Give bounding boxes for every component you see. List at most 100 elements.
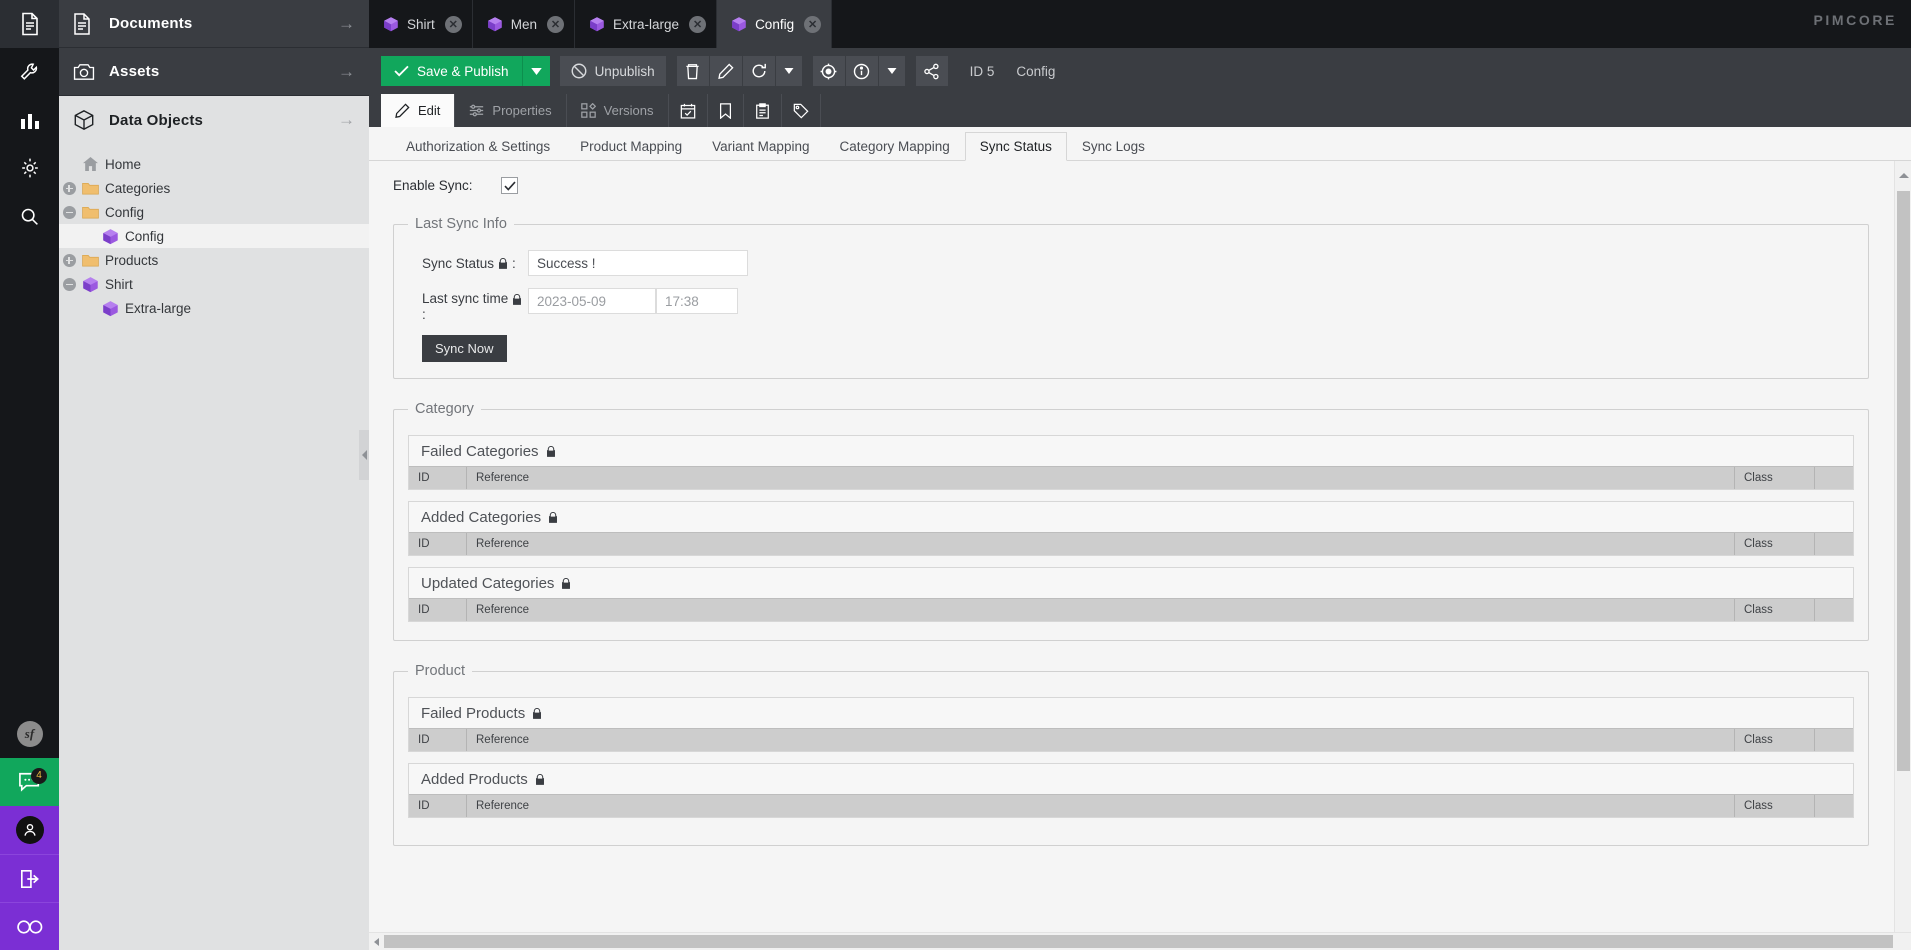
data-objects-arrow-icon[interactable]: → (338, 110, 355, 130)
tab-product-mapping[interactable]: Product Mapping (565, 132, 697, 161)
tree-item-shirt[interactable]: Shirt (59, 272, 369, 296)
reload-dropdown-icon[interactable] (775, 56, 802, 86)
unpublish-button[interactable]: Unpublish (559, 56, 666, 86)
close-icon[interactable]: ✕ (547, 15, 565, 33)
column-header-extra[interactable] (1815, 533, 1853, 555)
column-header-reference[interactable]: Reference (467, 599, 1735, 621)
column-header-class[interactable]: Class (1735, 795, 1815, 817)
tab-bookmark[interactable] (708, 94, 744, 127)
info-icon[interactable] (845, 56, 878, 86)
column-header-extra[interactable] (1815, 729, 1853, 751)
logout-icon[interactable] (0, 854, 59, 902)
tree-item-extra-large[interactable]: Extra-large (59, 296, 369, 320)
tree-expand-toggle[interactable] (59, 181, 79, 195)
scroll-up-arrow[interactable] (1897, 167, 1910, 183)
documents-section-header[interactable]: Documents → (59, 0, 369, 48)
tab-clipboard[interactable] (744, 94, 782, 127)
chat-icon[interactable]: 4 (0, 758, 59, 806)
column-header-id[interactable]: ID (409, 795, 467, 817)
tree-collapse-toggle[interactable] (59, 277, 79, 291)
column-header-class[interactable]: Class (1735, 467, 1815, 489)
vertical-scrollbar[interactable] (1894, 161, 1911, 932)
symfony-icon[interactable]: sf (0, 710, 59, 758)
tree-item-categories[interactable]: Categories (59, 176, 369, 200)
share-icon[interactable] (915, 56, 948, 86)
sync-status-value[interactable]: Success ! (528, 250, 748, 276)
search-rail-icon[interactable] (0, 192, 59, 240)
column-header-reference[interactable]: Reference (467, 795, 1735, 817)
column-header-extra[interactable] (1815, 467, 1853, 489)
tab-authorization-settings[interactable]: Authorization & Settings (391, 132, 565, 161)
data-objects-section-header[interactable]: Data Objects → (59, 96, 369, 144)
tree-item-config-folder[interactable]: Config (59, 200, 369, 224)
doc-tab-men[interactable]: Men ✕ (472, 0, 576, 48)
column-header-class[interactable]: Class (1735, 533, 1815, 555)
tab-edit[interactable]: Edit (381, 94, 456, 127)
documents-section-label: Documents (109, 15, 193, 32)
documents-rail-icon[interactable] (0, 0, 59, 48)
tab-versions-label: Versions (603, 103, 654, 118)
last-sync-time-value[interactable]: 17:38 (656, 288, 738, 314)
bar-chart-icon[interactable] (0, 96, 59, 144)
save-dropdown-button[interactable] (521, 56, 550, 86)
vertical-scroll-thumb[interactable] (1897, 191, 1910, 771)
tab-sync-logs[interactable]: Sync Logs (1067, 132, 1160, 161)
reload-icon[interactable] (742, 56, 775, 86)
bookmark-icon (719, 102, 732, 119)
column-header-class[interactable]: Class (1735, 729, 1815, 751)
documents-arrow-icon[interactable]: → (338, 14, 355, 34)
edit-icon[interactable] (709, 56, 742, 86)
tab-tags[interactable] (782, 94, 821, 127)
tab-versions[interactable]: Versions (567, 94, 669, 127)
scroll-left-arrow[interactable] (369, 937, 384, 946)
doc-tab-config[interactable]: Config ✕ (717, 0, 833, 48)
infinity-icon[interactable] (0, 902, 59, 950)
tab-variant-mapping[interactable]: Variant Mapping (697, 132, 824, 161)
column-header-id[interactable]: ID (409, 729, 467, 751)
cube-icon (731, 16, 747, 32)
doc-tab-label: Extra-large (613, 16, 680, 32)
tab-category-mapping[interactable]: Category Mapping (824, 132, 964, 161)
tab-schedule[interactable] (669, 94, 708, 127)
enable-sync-checkbox[interactable] (501, 177, 518, 194)
sync-now-button[interactable]: Sync Now (422, 335, 507, 362)
locate-icon[interactable] (812, 56, 845, 86)
doc-tab-label: Config (755, 16, 795, 32)
info-dropdown-icon[interactable] (878, 56, 905, 86)
grid-header-row: ID Reference Class (409, 794, 1853, 817)
horizontal-scrollbar[interactable] (369, 932, 1911, 950)
tab-sync-status[interactable]: Sync Status (964, 132, 1067, 161)
sidebar-collapse-handle[interactable] (359, 430, 369, 480)
gear-icon[interactable] (0, 144, 59, 192)
doc-tab-extra-large[interactable]: Extra-large ✕ (575, 0, 718, 48)
horizontal-scroll-thumb[interactable] (384, 935, 1893, 948)
assets-arrow-icon[interactable]: → (338, 62, 355, 82)
user-avatar-icon[interactable] (0, 806, 59, 854)
tree-item-products[interactable]: Products (59, 248, 369, 272)
column-header-reference[interactable]: Reference (467, 729, 1735, 751)
close-icon[interactable]: ✕ (444, 15, 462, 33)
close-icon[interactable]: ✕ (689, 15, 707, 33)
column-header-id[interactable]: ID (409, 599, 467, 621)
column-header-reference[interactable]: Reference (467, 467, 1735, 489)
tree-collapse-toggle[interactable] (59, 205, 79, 219)
wrench-icon[interactable] (0, 48, 59, 96)
close-icon[interactable]: ✕ (804, 15, 822, 33)
cube-icon (487, 16, 503, 32)
delete-icon[interactable] (676, 56, 709, 86)
column-header-class[interactable]: Class (1735, 599, 1815, 621)
column-header-id[interactable]: ID (409, 533, 467, 555)
save-and-publish-button[interactable]: Save & Publish (381, 56, 522, 86)
tab-properties[interactable]: Properties (455, 94, 567, 127)
doc-tab-shirt[interactable]: Shirt ✕ (369, 0, 473, 48)
assets-section-header[interactable]: Assets → (59, 48, 369, 96)
column-header-extra[interactable] (1815, 795, 1853, 817)
tree-item-home[interactable]: Home (59, 152, 369, 176)
last-sync-date-value[interactable]: 2023-05-09 (528, 288, 656, 314)
tree-item-config-object[interactable]: Config (59, 224, 369, 248)
column-header-reference[interactable]: Reference (467, 533, 1735, 555)
tree-expand-toggle[interactable] (59, 253, 79, 267)
column-header-extra[interactable] (1815, 599, 1853, 621)
column-header-id[interactable]: ID (409, 467, 467, 489)
lock-icon (546, 445, 556, 457)
